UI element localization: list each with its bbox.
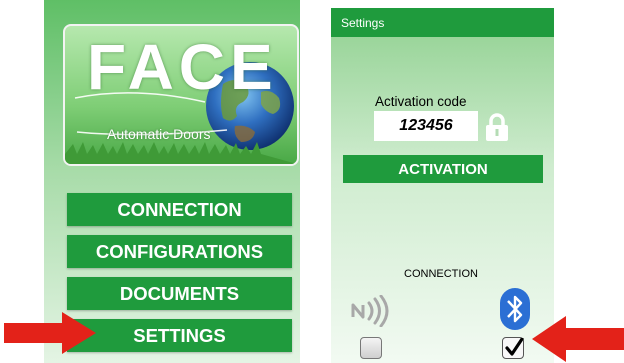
checkmark-icon	[505, 338, 524, 356]
nfc-checkbox[interactable]	[360, 337, 382, 359]
bluetooth-checkbox[interactable]	[502, 337, 524, 359]
main-menu-screen: FACE Automatic Doors CONNECTION CONFIGUR…	[44, 0, 300, 363]
activation-code-field[interactable]: 123456	[374, 111, 478, 141]
face-logo: FACE Automatic Doors	[63, 24, 299, 166]
settings-titlebar: Settings	[331, 8, 554, 37]
settings-screen: Settings Activation code 123456 ACTIVATI…	[331, 8, 554, 363]
documents-button[interactable]: DOCUMENTS	[67, 277, 292, 310]
arrow-left-icon	[532, 316, 624, 362]
settings-title: Settings	[341, 15, 385, 30]
logo-subtitle: Automatic Doors	[107, 126, 211, 142]
connection-label: CONNECTION	[404, 268, 478, 280]
settings-button[interactable]: SETTINGS	[67, 319, 292, 352]
activation-code-label: Activation code	[375, 94, 467, 109]
bluetooth-icon	[500, 288, 530, 330]
configurations-button[interactable]: CONFIGURATIONS	[67, 235, 292, 268]
arrow-right-icon	[4, 312, 96, 354]
logo-title: FACE	[87, 31, 278, 103]
lock-icon	[486, 113, 508, 141]
nfc-icon	[351, 295, 389, 327]
connection-button[interactable]: CONNECTION	[67, 193, 292, 226]
activation-button[interactable]: ACTIVATION	[343, 155, 543, 183]
